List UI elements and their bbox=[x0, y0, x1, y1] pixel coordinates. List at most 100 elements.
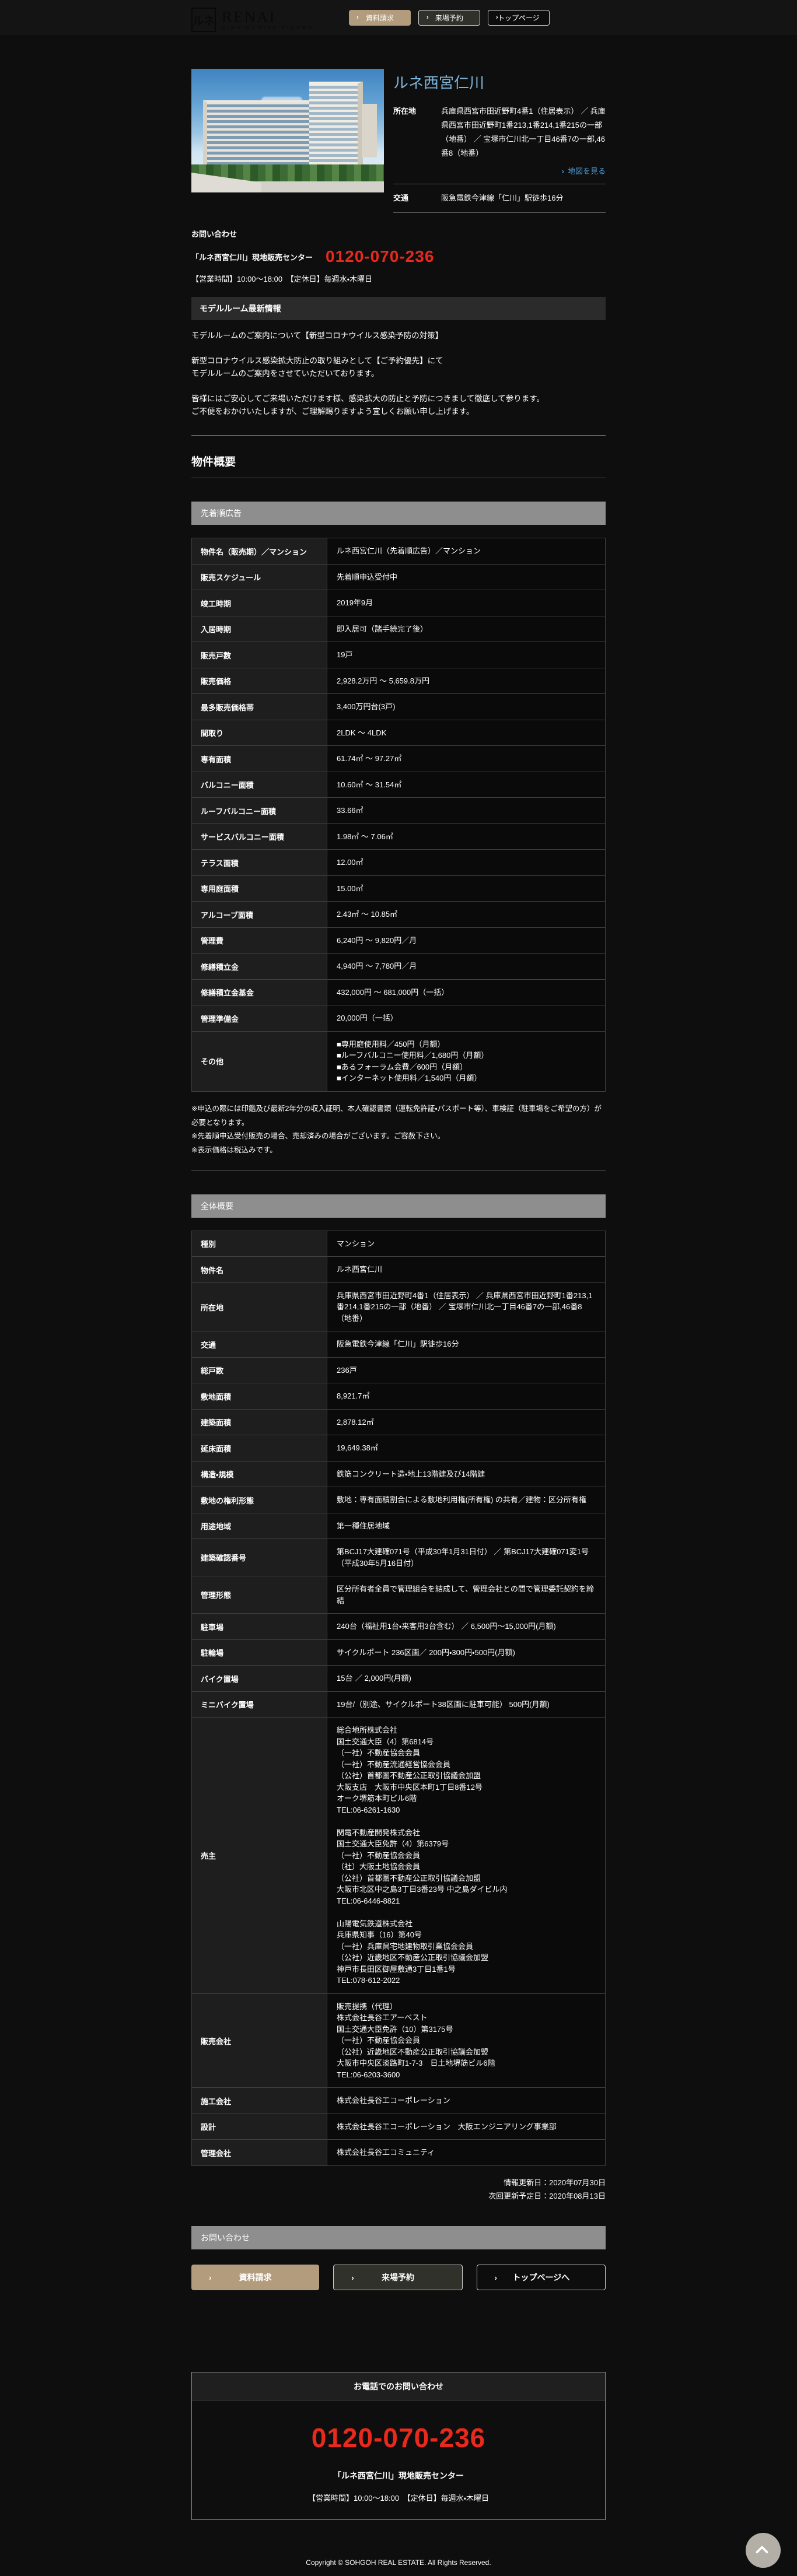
spec-label: バイク置場 bbox=[192, 1666, 327, 1692]
spec-label: 売主 bbox=[192, 1718, 327, 1994]
contact-info-top: お問い合わせ 「ルネ西宮仁川」現地販売センター 0120-070-236 【営業… bbox=[191, 228, 606, 284]
spec-value: 敷地：専有面積割合による敷地利用権(所有権) の共有／建物：区分所有権 bbox=[327, 1487, 606, 1513]
table-row: 総戸数236戸 bbox=[192, 1357, 606, 1383]
spec-value: 株式会社長谷工コミュニティ bbox=[327, 2140, 606, 2166]
table-row: 種別マンション bbox=[192, 1231, 606, 1257]
spec-value: 4,940円 〜 7,780円／月 bbox=[327, 954, 606, 980]
table-row: 間取り2LDK 〜 4LDK bbox=[192, 720, 606, 746]
spec-label: テラス面積 bbox=[192, 850, 327, 876]
modelroom-news-section: モデルルーム最新情報 モデルルームのご案内について【新型コロナウイルス感染予防の… bbox=[191, 297, 606, 436]
business-hours: 【営業時間】10:00〜18:00 【定休日】毎週水・木曜日 bbox=[192, 2492, 605, 2503]
request-brochure-button[interactable]: › 資料請求 bbox=[191, 2265, 319, 2290]
access-row: 交通 阪急電鉄今津線「仁川」駅徒歩16分 bbox=[393, 191, 606, 205]
site-header: ルネ RENAI NISHINOMIYA NIGAWA › 資料請求 › 来場予… bbox=[0, 0, 797, 35]
spec-value: 第一種住居地域 bbox=[327, 1513, 606, 1539]
table-row: その他■専用庭使用料／450円（月額） ■ルーフバルコニー使用料／1,680円（… bbox=[192, 1031, 606, 1091]
spec-label: 駐車場 bbox=[192, 1614, 327, 1640]
spec-label: 販売スケジュール bbox=[192, 564, 327, 590]
spec-label: 竣工時期 bbox=[192, 590, 327, 616]
table-row: 駐車場240台（福祉用1台・来客用3台含む） ／ 6,500円〜15,000円(… bbox=[192, 1614, 606, 1640]
spec-value: 6,240円 〜 9,820円／月 bbox=[327, 927, 606, 954]
table-row: 販売戸数19戸 bbox=[192, 642, 606, 668]
spec-value: 12.00㎡ bbox=[327, 850, 606, 876]
sales-center-name: 「ルネ西宮仁川」現地販売センター bbox=[191, 251, 313, 262]
chevron-right-icon: › bbox=[496, 14, 498, 21]
spec-value: 10.60㎡ 〜 31.54㎡ bbox=[327, 772, 606, 798]
spec-label: 最多販売価格帯 bbox=[192, 694, 327, 720]
view-map-label: 地図を見る bbox=[568, 167, 606, 176]
scroll-to-top-button[interactable] bbox=[746, 2533, 781, 2568]
spec-value: 236戸 bbox=[327, 1357, 606, 1383]
visit-reservation-button[interactable]: › 来場予約 bbox=[418, 10, 480, 26]
site-logo[interactable]: ルネ RENAI NISHINOMIYA NIGAWA bbox=[191, 3, 314, 32]
spec-label: 販売戸数 bbox=[192, 642, 327, 668]
logo-mark-icon: ルネ bbox=[191, 8, 216, 32]
phone-number[interactable]: 0120-070-236 bbox=[326, 247, 434, 266]
table-row: 竣工時期2019年9月 bbox=[192, 590, 606, 616]
spec-label: アルコーブ面積 bbox=[192, 902, 327, 928]
divider bbox=[191, 1170, 606, 1171]
location-value: 兵庫県西宮市田近野町4番1（住居表示） ／ 兵庫県西宮市田近野町1番213,1番… bbox=[441, 104, 606, 160]
spec-label: 管理準備金 bbox=[192, 1005, 327, 1032]
button-label: トップページへ bbox=[512, 2272, 569, 2283]
spec-label: 管理会社 bbox=[192, 2140, 327, 2166]
table-row: 施工会社株式会社長谷工コーポレーション bbox=[192, 2088, 606, 2114]
spec-value: 432,000円 〜 681,000円（一括） bbox=[327, 979, 606, 1005]
view-map-link[interactable]: ›地図を見る bbox=[562, 167, 606, 176]
building-right-graphic bbox=[309, 82, 363, 170]
table-row: 建築面積2,878.12㎡ bbox=[192, 1409, 606, 1435]
table-row: 入居時期即入居可（諸手続完了後） bbox=[192, 616, 606, 642]
whole-spec-table: 種別マンション物件名ルネ西宮仁川所在地兵庫県西宮市田近野町4番1（住居表示） ／… bbox=[191, 1231, 606, 2166]
spec-value: 20,000円（一括） bbox=[327, 1005, 606, 1032]
spec-value: マンション bbox=[327, 1231, 606, 1257]
business-hours: 【営業時間】10:00〜18:00 【定休日】毎週水・木曜日 bbox=[191, 273, 606, 284]
table-row: 駐輪場サイクルポート 236区画／ 200円・300円・500円(月額) bbox=[192, 1639, 606, 1666]
spec-label: 設計 bbox=[192, 2114, 327, 2140]
phone-number[interactable]: 0120-070-236 bbox=[192, 2422, 605, 2454]
spec-value: ルネ西宮仁川（先着順広告）／マンション bbox=[327, 538, 606, 565]
spec-label: 構造・規模 bbox=[192, 1461, 327, 1487]
spec-label: サービスバルコニー面積 bbox=[192, 823, 327, 850]
table-row: 延床面積19,649.38㎡ bbox=[192, 1435, 606, 1462]
spec-label: 物件名（販売期）／マンション bbox=[192, 538, 327, 565]
first-come-spec-table: 物件名（販売期）／マンションルネ西宮仁川（先着順広告）／マンション販売スケジュー… bbox=[191, 538, 606, 1092]
spec-label: 修繕積立金 bbox=[192, 954, 327, 980]
spec-label: 交通 bbox=[192, 1331, 327, 1358]
table-row: 売主総合地所株式会社 国土交通大臣（4）第6814号 （一社）不動産協会会員 （… bbox=[192, 1718, 606, 1994]
spec-value: 株式会社長谷工コーポレーション bbox=[327, 2088, 606, 2114]
phone-contact-box: お電話でのお問い合わせ 0120-070-236 「ルネ西宮仁川」現地販売センタ… bbox=[191, 2372, 606, 2520]
spec-label: 建築面積 bbox=[192, 1409, 327, 1435]
spec-value: 15台 ／ 2,000円(月額) bbox=[327, 1666, 606, 1692]
spec-value: 33.66㎡ bbox=[327, 798, 606, 824]
spec-label: ルーフバルコニー面積 bbox=[192, 798, 327, 824]
first-come-ad-bar: 先着順広告 bbox=[191, 502, 606, 525]
divider bbox=[393, 212, 606, 213]
modelroom-news-heading: モデルルーム最新情報 bbox=[191, 297, 606, 320]
spec-value: 販売提携（代理） 株式会社長谷工アーベスト 国土交通大臣免許（10）第3175号… bbox=[327, 1993, 606, 2088]
visit-reservation-button[interactable]: › 来場予約 bbox=[333, 2265, 462, 2290]
table-row: 販売価格2,928.2万円 〜 5,659.8万円 bbox=[192, 668, 606, 694]
spec-value: 15.00㎡ bbox=[327, 875, 606, 902]
spec-label: 間取り bbox=[192, 720, 327, 746]
spec-value: 61.74㎡ 〜 97.27㎡ bbox=[327, 746, 606, 772]
spec-label: 敷地面積 bbox=[192, 1383, 327, 1410]
spec-label: 種別 bbox=[192, 1231, 327, 1257]
location-label: 所在地 bbox=[393, 104, 441, 160]
top-page-button[interactable]: › トップページへ bbox=[477, 2265, 606, 2290]
spec-label: 専有面積 bbox=[192, 746, 327, 772]
access-value: 阪急電鉄今津線「仁川」駅徒歩16分 bbox=[441, 191, 606, 205]
top-page-button[interactable]: › トップページ bbox=[488, 10, 550, 26]
button-label: 資料請求 bbox=[239, 2272, 272, 2283]
location-row: 所在地 兵庫県西宮市田近野町4番1（住居表示） ／ 兵庫県西宮市田近野町1番21… bbox=[393, 104, 606, 160]
spec-value: 即入居可（諸手続完了後） bbox=[327, 616, 606, 642]
spec-value: サイクルポート 236区画／ 200円・300円・500円(月額) bbox=[327, 1639, 606, 1666]
spec-label: 管理形態 bbox=[192, 1576, 327, 1614]
application-notes: ※申込の際には印鑑及び最新2年分の収入証明、本人確認書類（運転免許証・パスポート… bbox=[191, 1102, 606, 1158]
spec-label: 用途地域 bbox=[192, 1513, 327, 1539]
next-update-date: 次回更新予定日：2020年08月13日 bbox=[191, 2190, 606, 2203]
table-row: 物件名（販売期）／マンションルネ西宮仁川（先着順広告）／マンション bbox=[192, 538, 606, 565]
request-brochure-button[interactable]: › 資料請求 bbox=[349, 10, 411, 26]
spec-label: ミニバイク置場 bbox=[192, 1691, 327, 1718]
spec-label: 延床面積 bbox=[192, 1435, 327, 1462]
table-row: 管理形態区分所有者全員で管理組合を結成して、管理会社との間で管理委託契約を締結 bbox=[192, 1576, 606, 1614]
